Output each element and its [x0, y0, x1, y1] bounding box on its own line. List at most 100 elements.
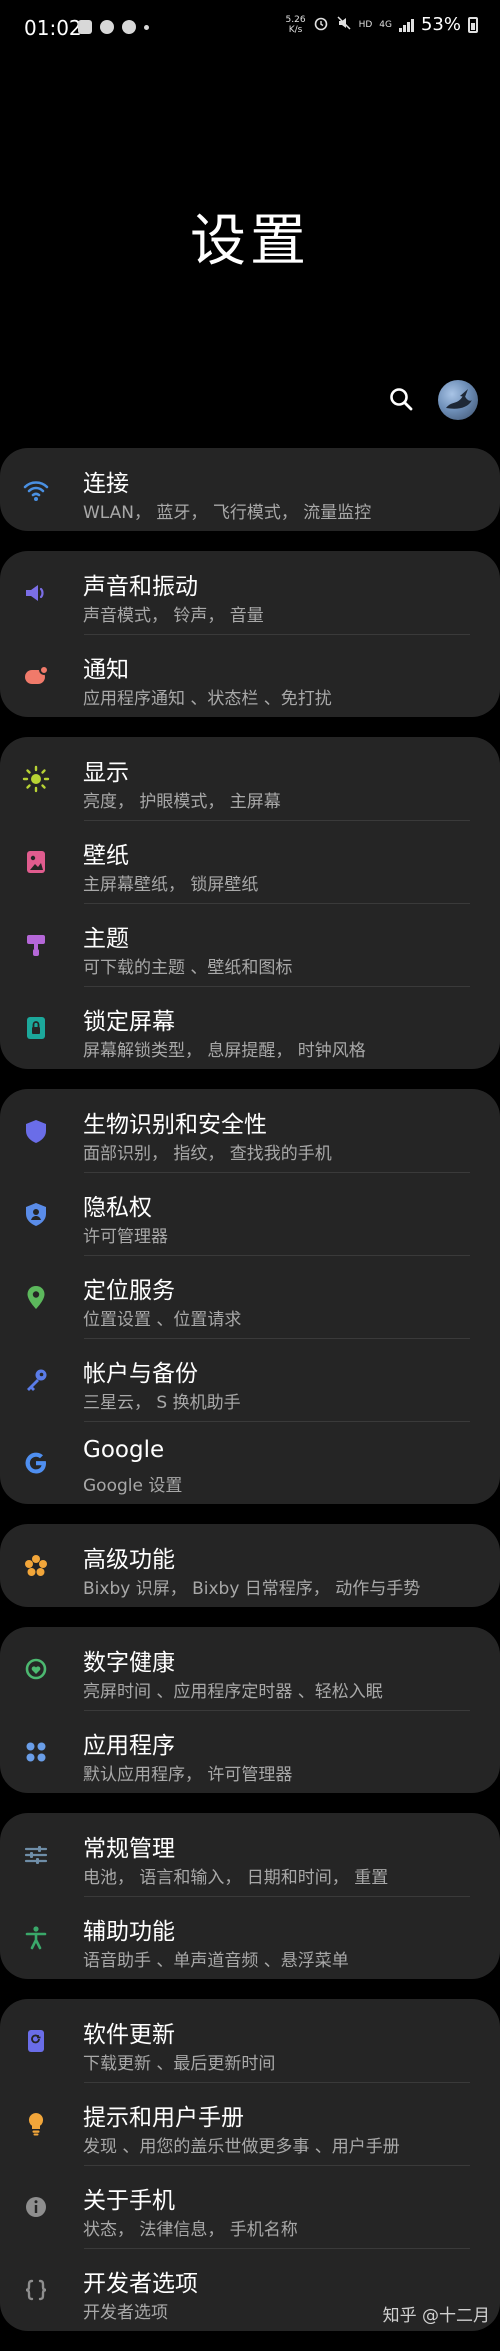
settings-item-title: 软件更新 [83, 2022, 175, 2048]
settings-item-subtitle: 三星云， S 换机助手 [83, 1393, 241, 1413]
settings-item-title: 定位服务 [83, 1278, 175, 1304]
settings-group: 常规管理电池， 语言和输入， 日期和时间， 重置辅助功能 语音助手 、单声道音频 … [0, 1813, 500, 1979]
shield-icon [22, 1117, 50, 1145]
settings-item-title: 声音和振动 [83, 574, 198, 600]
privacy-shield-icon [22, 1200, 50, 1228]
settings-item-wallpaper[interactable]: 壁纸主屏幕壁纸， 锁屏壁纸 [0, 820, 500, 903]
settings-item-subtitle: 亮度， 护眼模式， 主屏幕 [83, 792, 281, 812]
settings-item-subtitle: Google 设置 [83, 1476, 183, 1496]
settings-list: 连接 WLAN， 蓝牙， 飞行模式， 流量监控 声音和振动 声音模式， 铃声， 音量通… [0, 448, 500, 2351]
settings-item-lock-screen[interactable]: 锁定屏幕 屏幕解锁类型， 息屏提醒， 时钟风格 [0, 986, 500, 1069]
lock-screen-icon [22, 1014, 50, 1042]
settings-item-subtitle: 可下载的主题 、壁纸和图标 [83, 958, 293, 978]
settings-group: 生物识别和安全性面部识别， 指纹， 查找我的手机隐私权许可管理器定位服务位置设置… [0, 1089, 500, 1504]
settings-item-title: 应用程序 [83, 1733, 175, 1759]
settings-item-subtitle: 语音助手 、单声道音频 、悬浮菜单 [83, 1951, 349, 1971]
settings-group: 数字健康亮屏时间 、应用程序定时器 、轻松入眠应用程序默认应用程序， 许可管理器 [0, 1627, 500, 1793]
settings-item-theme-brush[interactable]: 主题可下载的主题 、壁纸和图标 [0, 903, 500, 986]
settings-item-title: 主题 [83, 926, 129, 952]
software-update-icon [22, 2027, 50, 2055]
avatar[interactable] [438, 380, 478, 420]
settings-item-title: 高级功能 [83, 1547, 175, 1573]
settings-item-subtitle: 状态， 法律信息， 手机名称 [83, 2220, 298, 2240]
settings-item-subtitle: WLAN， 蓝牙， 飞行模式， 流量监控 [83, 503, 372, 523]
settings-item-subtitle: 开发者选项 [83, 2303, 168, 2323]
settings-group: 显示亮度， 护眼模式， 主屏幕壁纸主屏幕壁纸， 锁屏壁纸主题可下载的主题 、壁纸… [0, 737, 500, 1069]
settings-item-subtitle: 主屏幕壁纸， 锁屏壁纸 [83, 875, 259, 895]
apps-grid-icon [22, 1738, 50, 1766]
search-button[interactable] [384, 382, 420, 418]
accessibility-icon [22, 1924, 50, 1952]
settings-item-title: 生物识别和安全性 [83, 1112, 267, 1138]
status-bar: 01:02 5.26 K/s HD 4G 53% [0, 0, 500, 60]
settings-item-volume[interactable]: 声音和振动 声音模式， 铃声， 音量 [0, 551, 500, 634]
settings-item-subtitle: 默认应用程序， 许可管理器 [83, 1765, 293, 1785]
settings-group: 软件更新 下载更新 、最后更新时间 提示和用户手册 发现 、用您的盖乐世做更多事 、用… [0, 1999, 500, 2331]
network-speed-unit: K/s [288, 24, 303, 35]
settings-item-title: 壁纸 [83, 843, 129, 869]
settings-item-lightbulb[interactable]: 提示和用户手册 发现 、用您的盖乐世做更多事 、用户手册 [0, 2082, 500, 2165]
globe-notification-icon [100, 20, 114, 34]
settings-item-title: 开发者选项 [83, 2271, 198, 2297]
settings-item-title: 锁定屏幕 [83, 1009, 175, 1035]
settings-item-google[interactable]: Google Google 设置 [0, 1421, 500, 1504]
more-notifications-dot-icon [144, 25, 149, 30]
settings-item-title: 通知 [83, 657, 129, 683]
settings-group: 高级功能 Bixby 识屏， Bixby 日常程序， 动作与手势 [0, 1524, 500, 1607]
settings-item-wifi[interactable]: 连接 WLAN， 蓝牙， 飞行模式， 流量监控 [0, 448, 500, 531]
theme-brush-icon [22, 931, 50, 959]
settings-item-notification[interactable]: 通知 应用程序通知 、状态栏 、免打扰 [0, 634, 500, 717]
digital-wellbeing-icon [22, 1655, 50, 1683]
settings-item-title: 常规管理 [83, 1836, 175, 1862]
settings-item-sliders[interactable]: 常规管理电池， 语言和输入， 日期和时间， 重置 [0, 1813, 500, 1896]
settings-item-subtitle: 位置设置 、位置请求 [83, 1310, 242, 1330]
settings-item-subtitle: 许可管理器 [83, 1227, 168, 1247]
settings-group: 连接 WLAN， 蓝牙， 飞行模式， 流量监控 [0, 448, 500, 531]
network-speed: 5.26 K/s [286, 15, 306, 35]
image-notification-icon [78, 20, 92, 34]
network-speed-value: 5.26 [285, 14, 306, 25]
notification-icon [22, 662, 50, 690]
settings-item-subtitle: 亮屏时间 、应用程序定时器 、轻松入眠 [83, 1682, 383, 1702]
settings-item-privacy-shield[interactable]: 隐私权 许可管理器 [0, 1172, 500, 1255]
status-notification-icons [78, 20, 149, 34]
settings-item-digital-wellbeing[interactable]: 数字健康亮屏时间 、应用程序定时器 、轻松入眠 [0, 1627, 500, 1710]
volume-icon [22, 579, 50, 607]
settings-item-title: 数字健康 [83, 1650, 175, 1676]
status-time: 01:02 [24, 16, 82, 40]
brightness-icon [22, 765, 50, 793]
settings-item-subtitle: 电池， 语言和输入， 日期和时间， 重置 [83, 1868, 389, 1888]
settings-item-title: 显示 [83, 760, 129, 786]
settings-item-subtitle: 面部识别， 指纹， 查找我的手机 [83, 1144, 332, 1164]
settings-item-title: Google [83, 1437, 165, 1463]
signal-strength-icon [398, 18, 414, 32]
globe-notification-icon-2 [122, 20, 136, 34]
battery-icon [468, 16, 478, 33]
location-pin-icon [22, 1283, 50, 1311]
sliders-icon [22, 1841, 50, 1869]
settings-item-shield[interactable]: 生物识别和安全性面部识别， 指纹， 查找我的手机 [0, 1089, 500, 1172]
settings-item-gear-flower[interactable]: 高级功能 Bixby 识屏， Bixby 日常程序， 动作与手势 [0, 1524, 500, 1607]
avatar-bird-icon [446, 389, 472, 409]
settings-item-title: 隐私权 [83, 1195, 152, 1221]
settings-item-software-update[interactable]: 软件更新 下载更新 、最后更新时间 [0, 1999, 500, 2082]
settings-item-location-pin[interactable]: 定位服务位置设置 、位置请求 [0, 1255, 500, 1338]
settings-item-brightness[interactable]: 显示亮度， 护眼模式， 主屏幕 [0, 737, 500, 820]
status-indicators: 5.26 K/s HD 4G 53% [286, 14, 478, 35]
network-type: 4G [379, 19, 392, 30]
settings-item-info[interactable]: 关于手机状态， 法律信息， 手机名称 [0, 2165, 500, 2248]
wallpaper-icon [22, 848, 50, 876]
mute-icon [336, 15, 352, 35]
gear-flower-icon [22, 1552, 50, 1580]
settings-item-subtitle: Bixby 识屏， Bixby 日常程序， 动作与手势 [83, 1579, 421, 1599]
wifi-icon [22, 476, 50, 504]
settings-item-apps-grid[interactable]: 应用程序默认应用程序， 许可管理器 [0, 1710, 500, 1793]
settings-item-title: 关于手机 [83, 2188, 175, 2214]
settings-item-key[interactable]: 帐户与备份三星云， S 换机助手 [0, 1338, 500, 1421]
settings-item-title: 帐户与备份 [83, 1361, 198, 1387]
google-icon [22, 1449, 50, 1477]
info-icon [22, 2193, 50, 2221]
settings-item-title: 提示和用户手册 [83, 2105, 244, 2131]
key-icon [22, 1366, 50, 1394]
settings-item-accessibility[interactable]: 辅助功能 语音助手 、单声道音频 、悬浮菜单 [0, 1896, 500, 1979]
